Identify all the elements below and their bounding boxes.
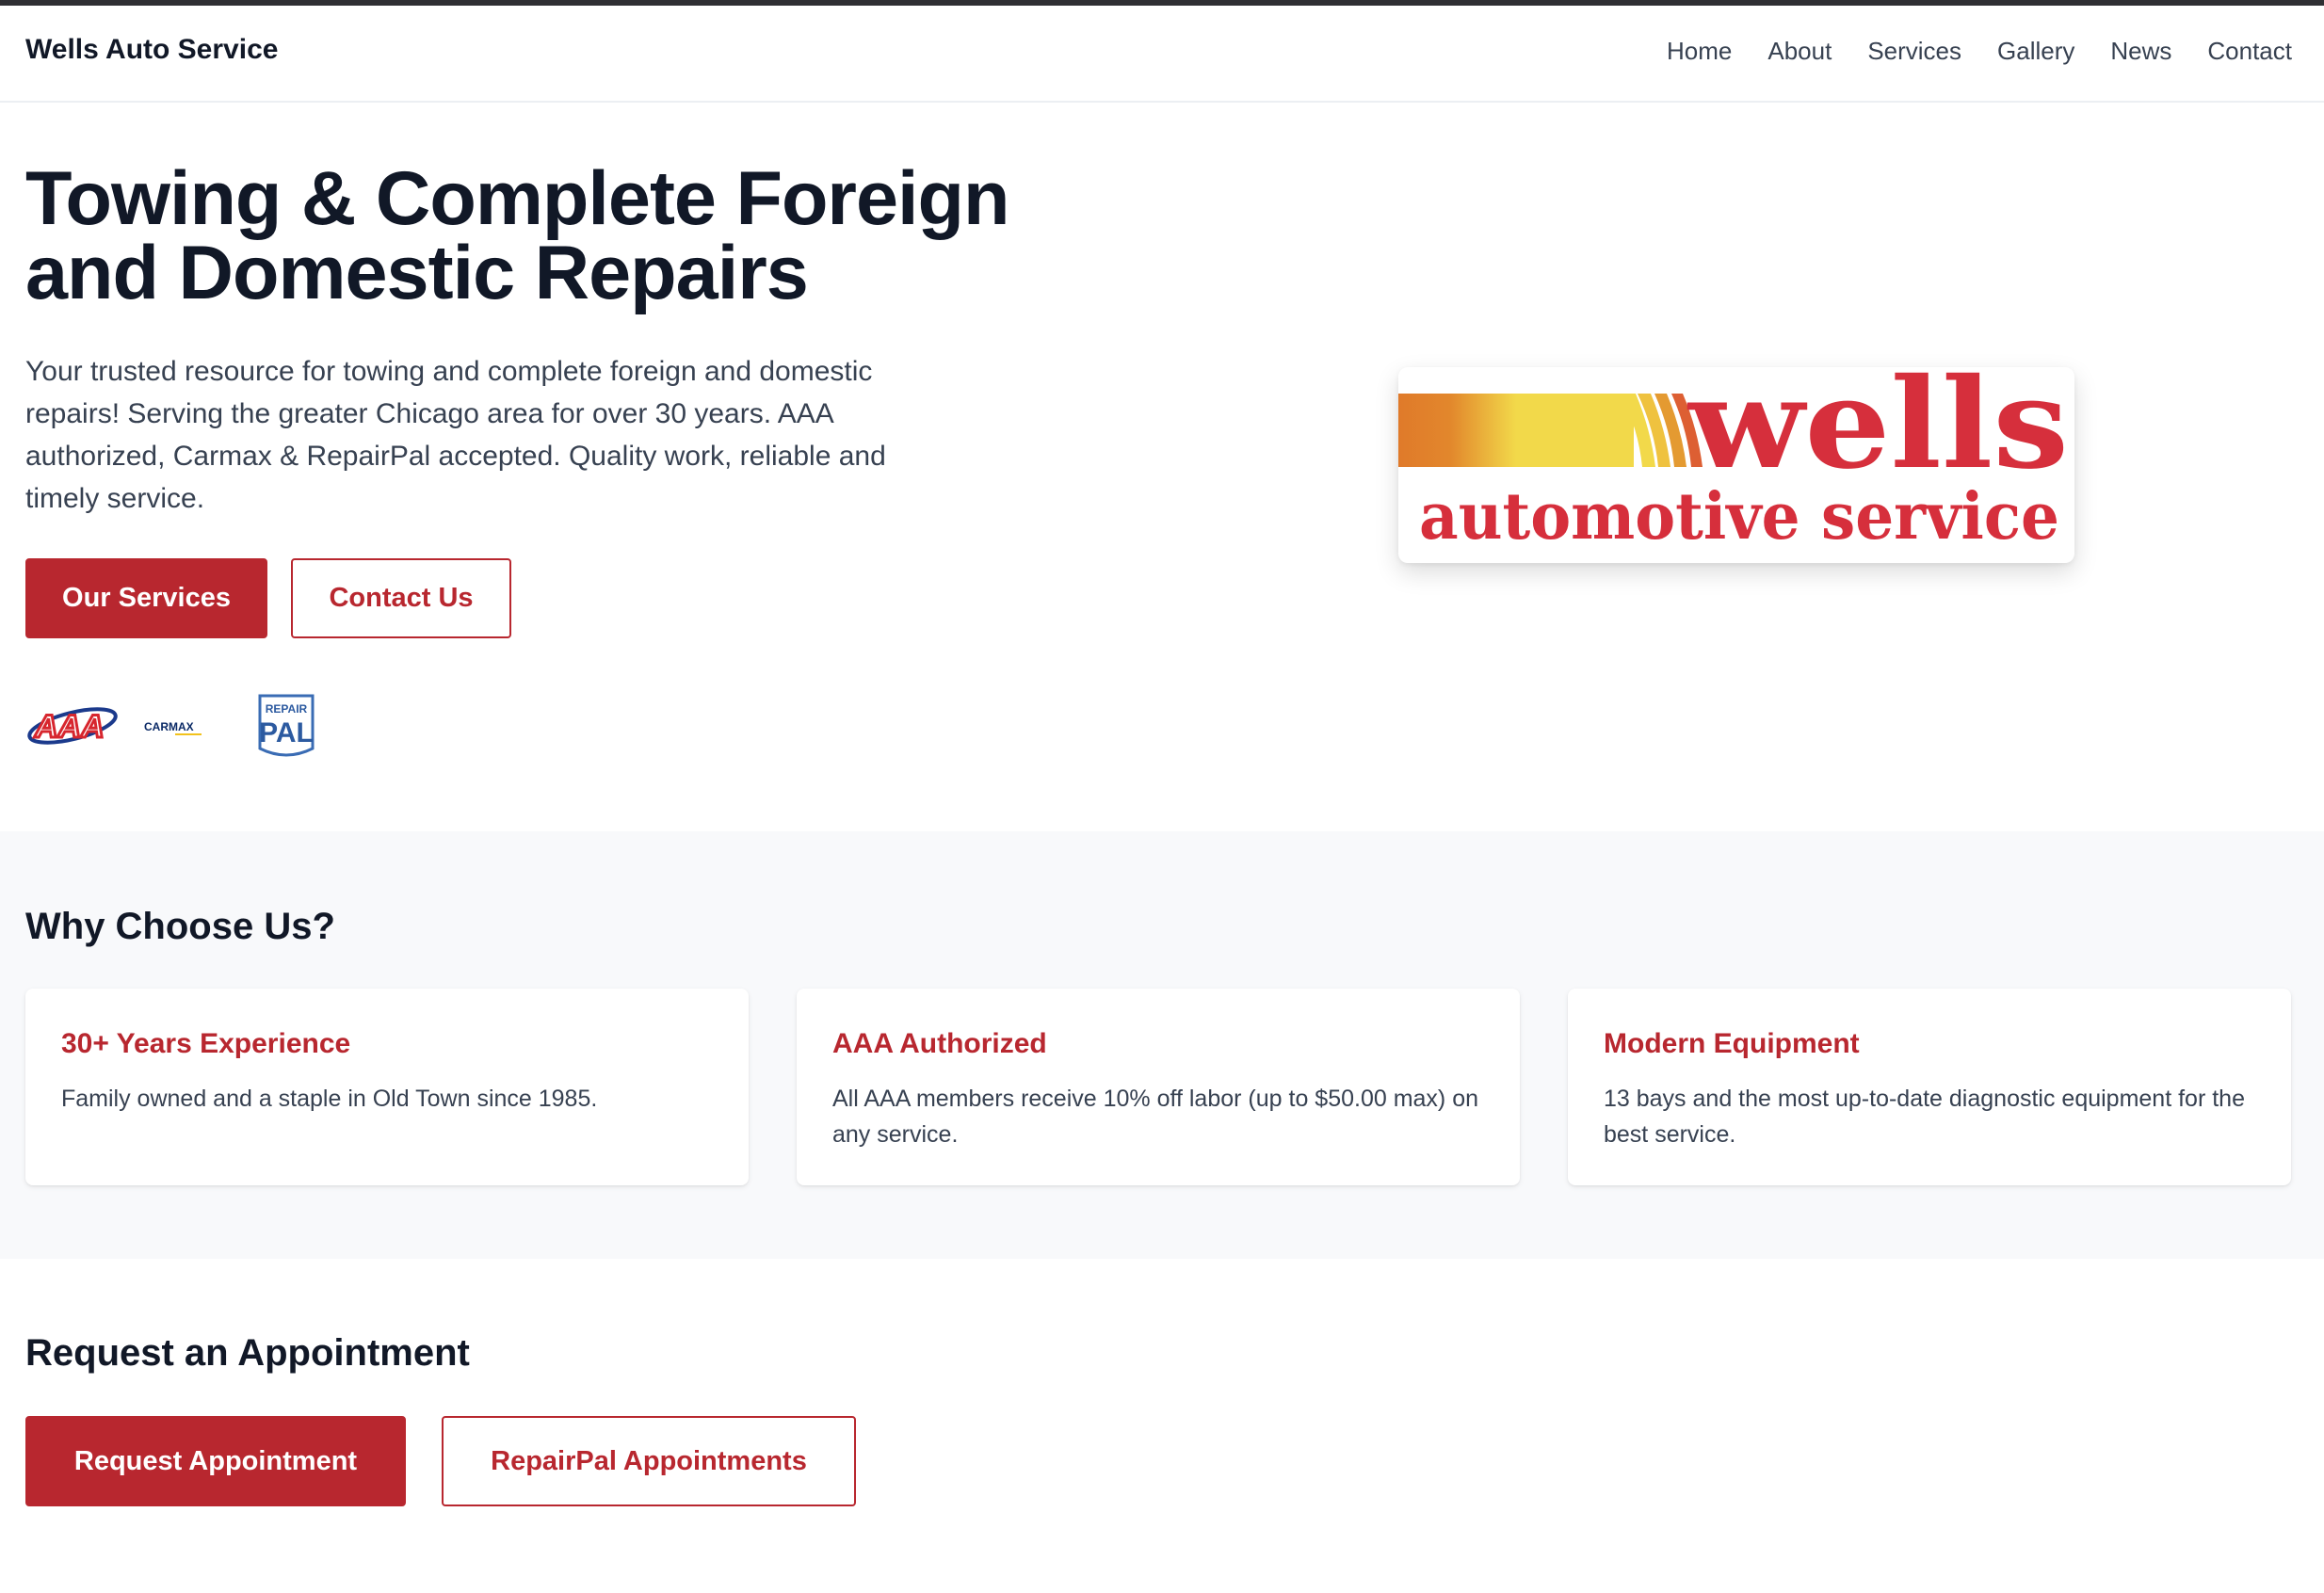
feature-card: 30+ Years Experience Family owned and a … <box>25 989 749 1185</box>
svg-text:CARMAX: CARMAX <box>144 720 194 733</box>
nav-link-home[interactable]: Home <box>1667 37 1732 66</box>
partner-logos: AAA CARMAX REPAIR PAL <box>25 692 336 767</box>
why-choose-us-section: Why Choose Us? 30+ Years Experience Fami… <box>0 831 2324 1259</box>
nav-link-gallery[interactable]: Gallery <box>1997 37 2074 66</box>
hero-description: Your trusted resource for towing and com… <box>25 356 886 514</box>
svg-text:automotive service: automotive service <box>1419 479 2059 555</box>
brand-name[interactable]: Wells Auto Service <box>25 34 278 66</box>
main-nav: Home About Services Gallery News Contact <box>1667 37 2292 66</box>
partner-logos-graphic: AAA CARMAX REPAIR PAL <box>26 694 315 757</box>
aaa-logo[interactable]: AAA <box>26 702 119 749</box>
feature-card: Modern Equipment 13 bays and the most up… <box>1568 989 2291 1185</box>
feature-card: AAA Authorized All AAA members receive 1… <box>797 989 1520 1185</box>
svg-text:REPAIR: REPAIR <box>266 702 308 716</box>
feature-card-title: Modern Equipment <box>1604 1028 1860 1059</box>
nav-link-contact[interactable]: Contact <box>2207 37 2292 66</box>
feature-card-title: 30+ Years Experience <box>61 1028 351 1059</box>
contact-us-button[interactable]: Contact Us <box>291 558 511 638</box>
site-header: Wells Auto Service Home About Services G… <box>0 6 2324 103</box>
our-services-button[interactable]: Our Services <box>25 558 267 638</box>
feature-card-title: AAA Authorized <box>832 1028 1047 1059</box>
hero-title: Towing & Complete Foreign and Domestic R… <box>25 156 1009 315</box>
feature-card-text: All AAA members receive 10% off labor (u… <box>832 1086 1479 1148</box>
repairpal-logo[interactable]: REPAIR PAL <box>258 694 315 757</box>
nav-link-services[interactable]: Services <box>1867 37 1961 66</box>
feature-card-text: Family owned and a staple in Old Town si… <box>61 1086 598 1112</box>
nav-link-news[interactable]: News <box>2110 37 2171 66</box>
why-choose-us-heading: Why Choose Us? <box>25 906 335 947</box>
svg-text:wells: wells <box>1687 367 2069 497</box>
appointment-heading: Request an Appointment <box>25 1332 470 1374</box>
nav-link-about[interactable]: About <box>1767 37 1832 66</box>
svg-text:AAA: AAA <box>34 709 105 745</box>
repairpal-appointments-button[interactable]: RepairPal Appointments <box>442 1416 856 1506</box>
wells-logo-card: wells automotive service <box>1398 367 2074 563</box>
wells-automotive-logo: wells automotive service <box>1398 367 2069 555</box>
feature-card-text: 13 bays and the most up-to-date diagnost… <box>1604 1086 2245 1148</box>
request-appointment-button[interactable]: Request Appointment <box>25 1416 406 1506</box>
carmax-logo[interactable]: CARMAX <box>144 720 202 735</box>
svg-text:PAL: PAL <box>259 717 314 748</box>
